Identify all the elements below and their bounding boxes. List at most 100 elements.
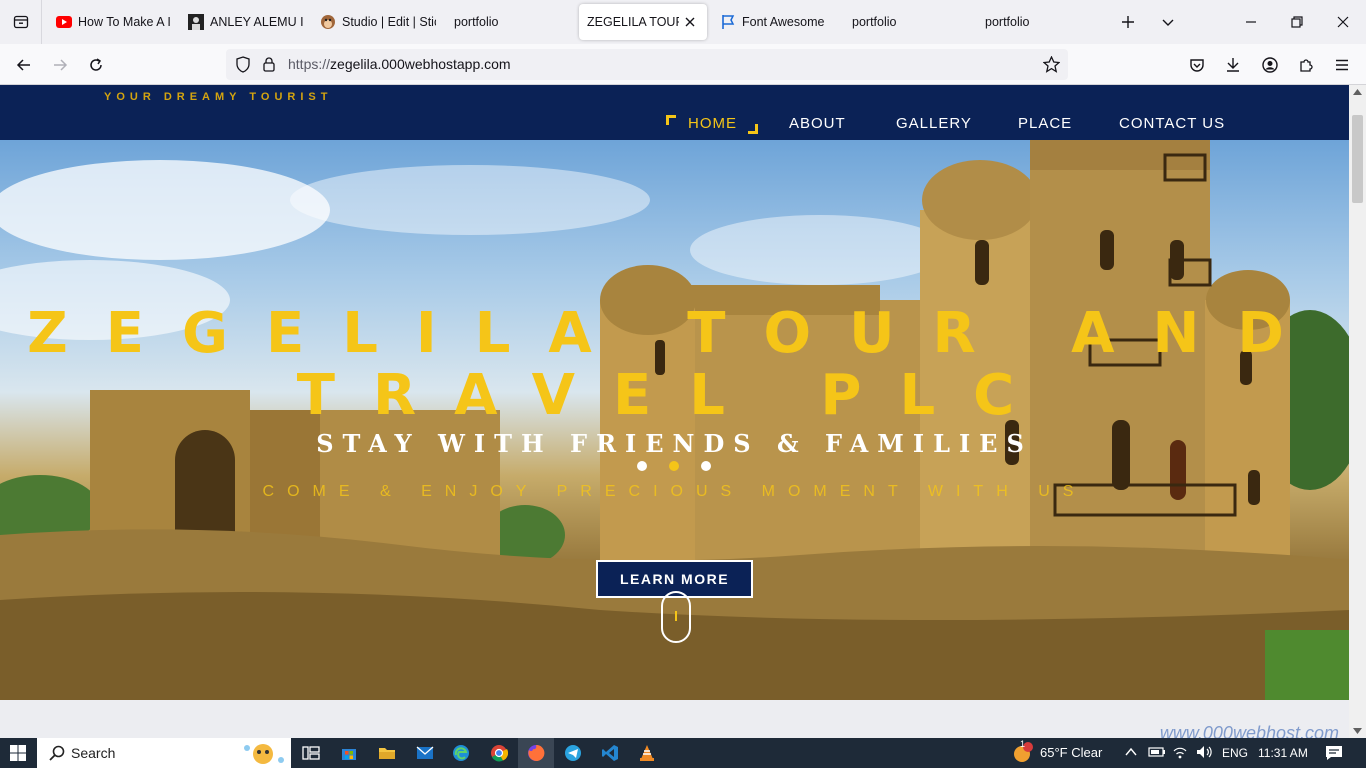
url-text[interactable]: https://zegelila.000webhostapp.com: [288, 56, 511, 72]
folder-icon: [379, 748, 395, 759]
arrow-left-icon: [16, 59, 30, 71]
slider-dot[interactable]: [637, 461, 647, 471]
telegram-button[interactable]: [555, 738, 591, 768]
tab-youtube[interactable]: How To Make A I: [56, 4, 174, 40]
monkey-icon: [320, 14, 336, 30]
slider-dot[interactable]: [701, 461, 711, 471]
slider-dots: [637, 461, 711, 471]
lock-icon[interactable]: [262, 56, 276, 72]
scroll-up-icon[interactable]: [1353, 89, 1362, 95]
search-icon: [49, 745, 65, 761]
tab-studio[interactable]: Studio | Edit | Stic: [320, 4, 436, 40]
tab-title: Studio | Edit | Stic: [342, 15, 436, 29]
vlc-icon: [640, 745, 654, 761]
close-tab-icon[interactable]: [681, 13, 699, 31]
notifications-icon[interactable]: [1325, 745, 1343, 761]
back-button[interactable]: [9, 50, 39, 80]
reload-icon: [90, 58, 102, 71]
active-menu-corner: [666, 115, 676, 125]
tab-title: How To Make A I: [78, 15, 171, 29]
windows-taskbar: Search 1 65°F Clear ENG 11:31 AM: [0, 738, 1366, 768]
account-icon: [1262, 57, 1278, 73]
mail-button[interactable]: [407, 738, 443, 768]
tab-anley[interactable]: ANLEY ALEMU IN: [188, 4, 304, 40]
scroll-thumb[interactable]: [1352, 115, 1363, 203]
windows-logo-icon: [10, 745, 26, 761]
hero-subtitle: STAY WITH FRIENDS & FAMILIES: [316, 429, 1033, 458]
microsoft-store-button[interactable]: [331, 738, 367, 768]
menu-home[interactable]: HOME: [688, 115, 737, 132]
tab-portfolio-2[interactable]: portfolio: [852, 4, 952, 40]
pocket-icon: [1190, 59, 1204, 72]
firefox-icon: [528, 744, 545, 761]
task-view-button[interactable]: [293, 738, 329, 768]
network-icon[interactable]: [1172, 745, 1188, 759]
menu-contact-us[interactable]: CONTACT US: [1119, 115, 1225, 132]
tab-title: portfolio: [454, 15, 499, 29]
forward-button[interactable]: [45, 50, 75, 80]
puzzle-icon: [1300, 59, 1313, 72]
scroll-mouse-icon[interactable]: [661, 591, 691, 643]
pocket-button[interactable]: [1182, 50, 1212, 80]
tab-portfolio-3[interactable]: portfolio: [985, 4, 1085, 40]
mail-icon: [416, 746, 434, 759]
site-header: YOUR DREAMY TOURIST HOME ABOUT GALLERY P…: [0, 85, 1349, 140]
arrow-right-icon: [54, 59, 68, 71]
menu-about[interactable]: ABOUT: [789, 115, 846, 132]
menu-place[interactable]: PLACE: [1018, 115, 1072, 132]
url-bar[interactable]: https://zegelila.000webhostapp.com: [226, 49, 1068, 80]
extensions-button[interactable]: [1291, 50, 1321, 80]
list-all-tabs-button[interactable]: [0, 0, 42, 44]
menu-button[interactable]: [1327, 50, 1357, 80]
vscode-icon: [602, 745, 618, 761]
tab-font-awesome[interactable]: Font Awesome: [720, 4, 840, 40]
bookmark-star-icon[interactable]: [1043, 56, 1060, 73]
telegram-icon: [565, 745, 581, 761]
brand-tagline: YOUR DREAMY TOURIST: [104, 91, 333, 103]
tab-list-icon: [13, 15, 28, 29]
restore-icon: [1291, 16, 1303, 28]
taskbar-search[interactable]: Search: [37, 738, 291, 768]
weather-text[interactable]: 65°F Clear: [1040, 745, 1102, 760]
scroll-down-icon[interactable]: [1353, 728, 1362, 734]
chevron-up-icon[interactable]: [1125, 747, 1137, 757]
tab-strip: How To Make A I ANLEY ALEMU IN Studio | …: [0, 0, 1366, 44]
hero-slider: ZEGELILA TOUR AND TRAVEL PLC STAY WITH F…: [0, 140, 1349, 700]
web-content: YOUR DREAMY TOURIST HOME ABOUT GALLERY P…: [0, 85, 1349, 738]
close-icon: [1337, 16, 1349, 28]
edge-icon: [453, 745, 469, 761]
active-menu-corner: [748, 124, 758, 134]
tab-portfolio-1[interactable]: portfolio: [454, 4, 554, 40]
slider-dot-active[interactable]: [669, 461, 679, 471]
tab-overflow-button[interactable]: [1145, 0, 1191, 44]
file-explorer-button[interactable]: [369, 738, 405, 768]
vscode-button[interactable]: [592, 738, 628, 768]
tab-title: Font Awesome: [742, 15, 825, 29]
start-button[interactable]: [0, 738, 36, 768]
search-highlight-icon: [244, 744, 284, 764]
battery-icon[interactable]: [1148, 746, 1166, 758]
download-icon: [1227, 58, 1239, 72]
page-scrollbar[interactable]: [1349, 85, 1366, 738]
tab-title: ANLEY ALEMU IN: [210, 15, 304, 29]
reload-button[interactable]: [81, 50, 111, 80]
menu-gallery[interactable]: GALLERY: [896, 115, 972, 132]
hero-title-line1: ZEGELILA TOUR AND: [27, 301, 1322, 366]
restore-button[interactable]: [1274, 0, 1320, 44]
url-host: zegelila.000webhostapp.com: [330, 56, 511, 72]
clock[interactable]: 11:31 AM: [1258, 746, 1308, 760]
search-label: Search: [71, 745, 116, 761]
vlc-button[interactable]: [629, 738, 665, 768]
tab-zegelila[interactable]: ZEGELILA TOUR AN: [579, 4, 707, 40]
shield-icon[interactable]: [235, 56, 251, 73]
chrome-icon: [491, 745, 508, 762]
firefox-button[interactable]: [518, 738, 554, 768]
speaker-icon[interactable]: [1196, 745, 1214, 759]
close-window-button[interactable]: [1320, 0, 1366, 44]
account-button[interactable]: [1255, 50, 1285, 80]
language-indicator[interactable]: ENG: [1222, 746, 1248, 760]
chrome-button[interactable]: [481, 738, 517, 768]
downloads-button[interactable]: [1218, 50, 1248, 80]
minimize-button[interactable]: [1228, 0, 1274, 44]
edge-button[interactable]: [443, 738, 479, 768]
